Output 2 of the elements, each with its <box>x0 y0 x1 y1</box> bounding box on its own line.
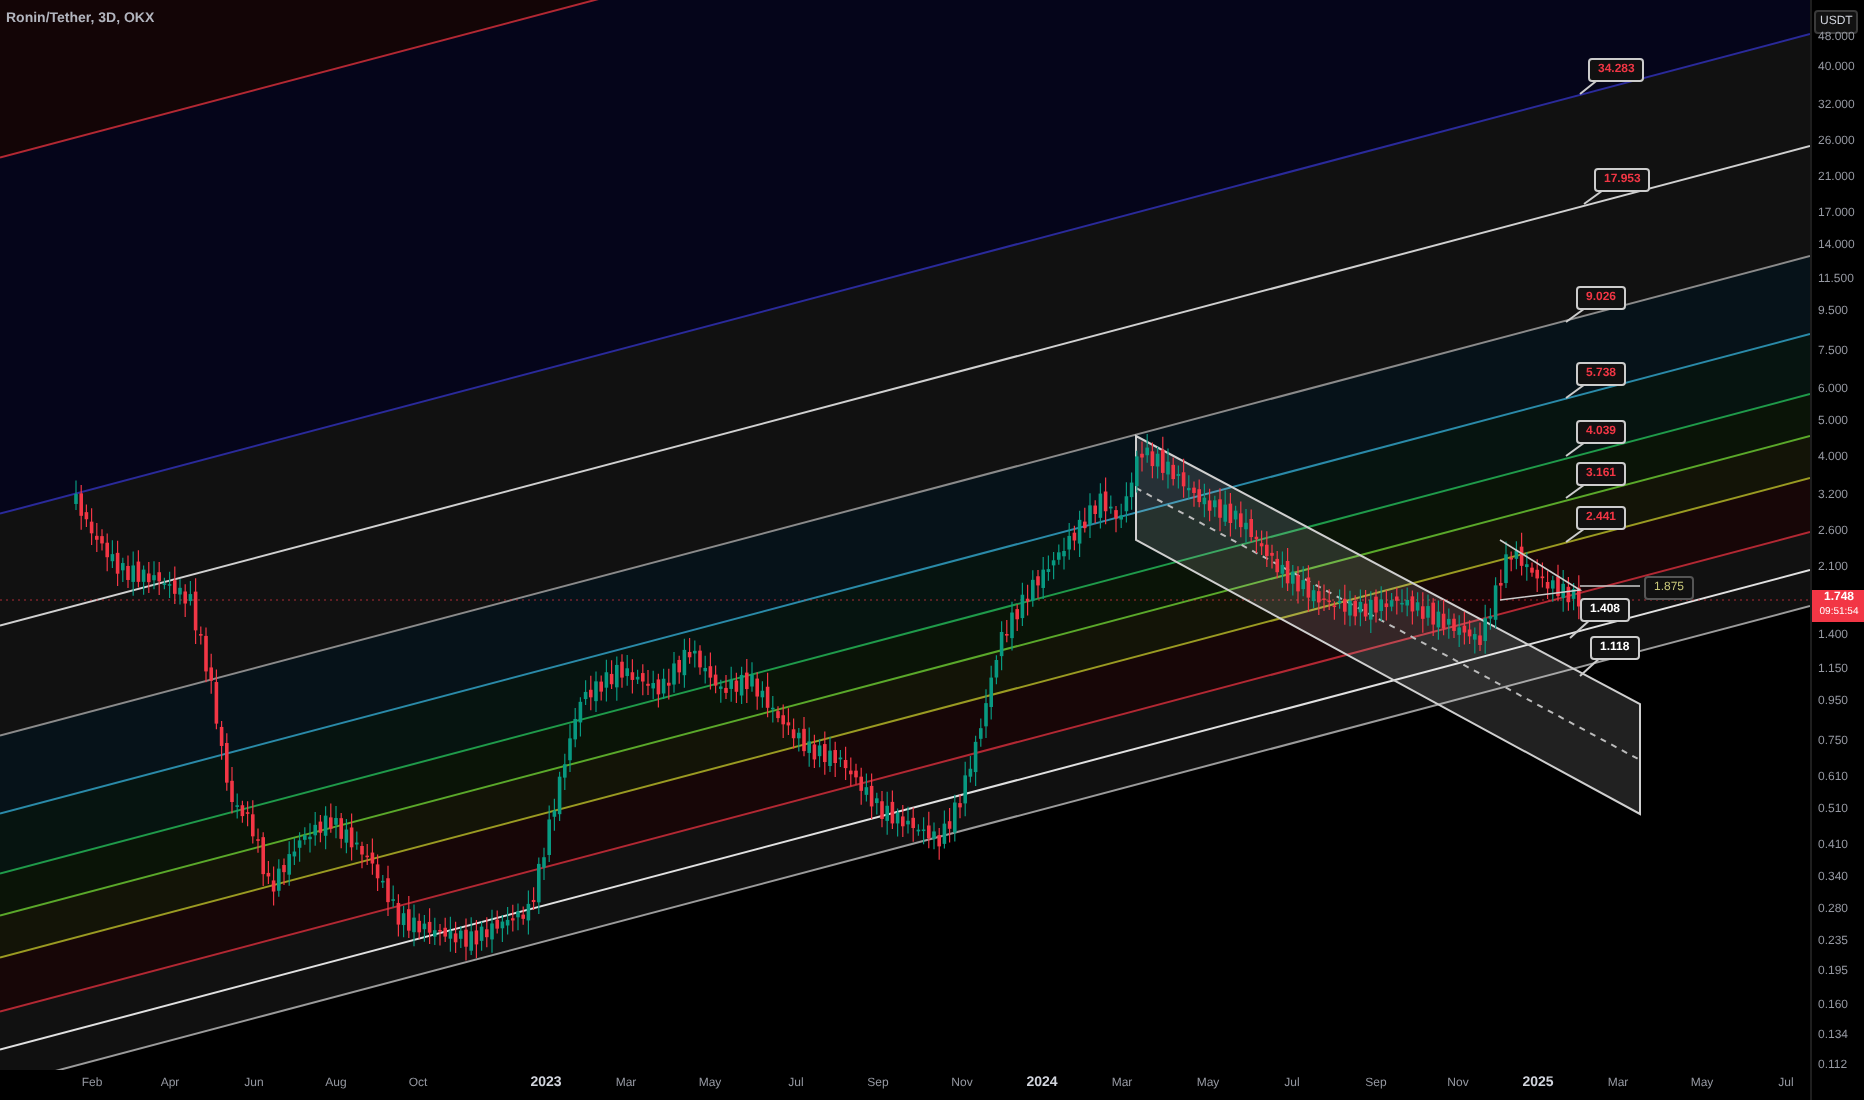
triangle-drawing <box>1499 539 1583 601</box>
leader-line <box>1579 585 1641 587</box>
